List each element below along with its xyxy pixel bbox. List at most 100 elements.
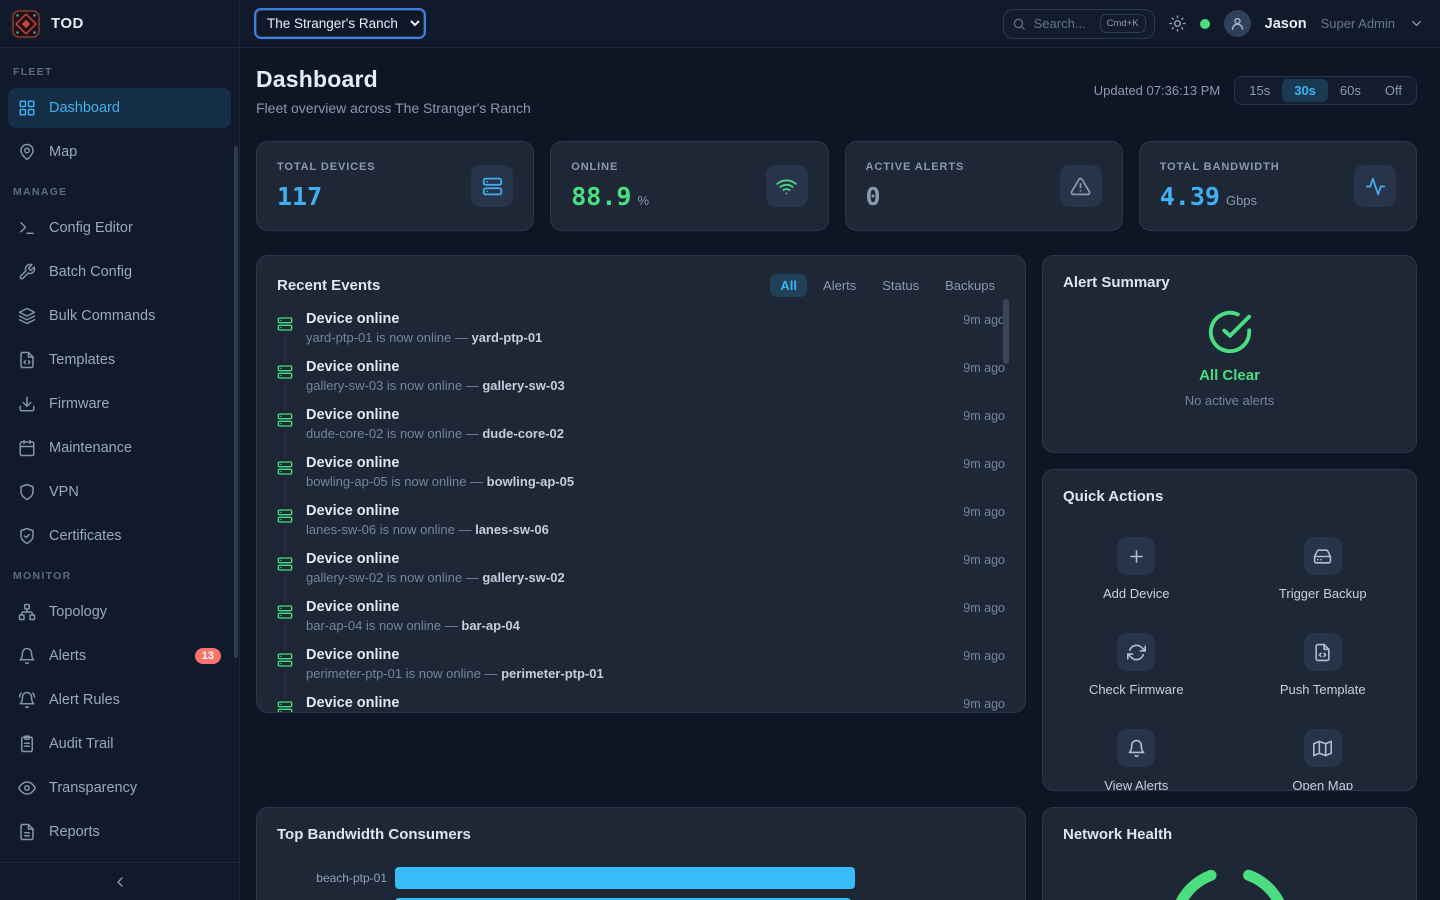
event-list: Device online yard-ptp-01 is now online … [257, 307, 1025, 713]
server-icon [277, 604, 293, 620]
sidebar-item-audit-trail[interactable]: Audit Trail [8, 724, 231, 764]
sidebar-item-label: Audit Trail [49, 736, 113, 752]
sidebar-item-label: Dashboard [49, 100, 120, 116]
filter-tab-alerts[interactable]: Alerts [813, 274, 866, 297]
event-row[interactable]: Device online yard-ptp-01 is now online … [277, 311, 1005, 359]
interval-off-button[interactable]: Off [1373, 79, 1414, 102]
alerts-count-badge: 13 [195, 648, 221, 664]
page-title: Dashboard [256, 66, 531, 93]
stat-value: 88.9 [571, 182, 631, 211]
event-row[interactable]: Device online 9m ago [277, 695, 1005, 713]
sidebar-item-alerts[interactable]: Alerts 13 [8, 636, 231, 676]
user-menu-button[interactable] [1409, 16, 1424, 31]
sidebar-item-dashboard[interactable]: Dashboard [8, 88, 231, 128]
event-device: bowling-ap-05 [487, 474, 574, 489]
terminal-icon [18, 219, 36, 237]
event-row[interactable]: Device online perimeter-ptp-01 is now on… [277, 647, 1005, 695]
sidebar-scrollbar-thumb[interactable] [234, 146, 238, 658]
sidebar-nav: FLEET Dashboard Map MANAGE Config Editor… [0, 48, 239, 852]
stat-card-total-devices: TOTAL DEVICES 117 [256, 141, 534, 231]
stat-value: 4.39 [1160, 182, 1220, 211]
global-search[interactable]: Cmd+K [1003, 9, 1155, 39]
theme-toggle-button[interactable] [1169, 15, 1186, 32]
event-row[interactable]: Device online lanes-sw-06 is now online … [277, 503, 1005, 551]
add-device-button[interactable]: Add Device [1043, 537, 1230, 601]
stat-label: TOTAL BANDWIDTH [1160, 161, 1280, 173]
event-detail: lanes-sw-06 is now online [306, 522, 455, 537]
sidebar-item-alert-rules[interactable]: Alert Rules [8, 680, 231, 720]
event-detail: perimeter-ptp-01 is now online [306, 666, 481, 681]
refresh-icon [1127, 643, 1146, 662]
event-row[interactable]: Device online bar-ap-04 is now online — … [277, 599, 1005, 647]
network-health-gauge [1043, 865, 1416, 900]
server-icon [277, 364, 293, 380]
sidebar-item-certificates[interactable]: Certificates [8, 516, 231, 556]
check-circle-icon [1207, 309, 1253, 355]
event-device: yard-ptp-01 [471, 330, 542, 345]
event-time: 9m ago [963, 409, 1005, 423]
event-detail: gallery-sw-02 is now online [306, 570, 462, 585]
alert-summary-panel: Alert Summary All Clear No active alerts [1042, 255, 1417, 453]
event-row[interactable]: Device online dude-core-02 is now online… [277, 407, 1005, 455]
server-icon [277, 556, 293, 572]
avatar[interactable] [1224, 10, 1251, 37]
sidebar-item-maintenance[interactable]: Maintenance [8, 428, 231, 468]
sidebar-item-reports[interactable]: Reports [8, 812, 231, 852]
refresh-interval-group: 15s 30s 60s Off [1234, 76, 1417, 105]
recent-events-title: Recent Events [277, 277, 380, 294]
event-device: lanes-sw-06 [475, 522, 549, 537]
interval-60s-button[interactable]: 60s [1328, 79, 1373, 102]
sidebar-collapse-button[interactable] [0, 862, 239, 900]
interval-15s-button[interactable]: 15s [1237, 79, 1282, 102]
event-time: 9m ago [963, 505, 1005, 519]
sidebar-item-templates[interactable]: Templates [8, 340, 231, 380]
wifi-icon [776, 176, 797, 197]
site-selector[interactable]: The Stranger's Ranch [256, 10, 424, 37]
bandwidth-bar-row: beach-ptp-01 [277, 867, 1005, 889]
sidebar-item-config-editor[interactable]: Config Editor [8, 208, 231, 248]
event-filter-tabs: All Alerts Status Backups [770, 274, 1005, 297]
event-time: 9m ago [963, 553, 1005, 567]
page-subtitle: Fleet overview across The Stranger's Ran… [256, 100, 531, 116]
sidebar-item-label: Topology [49, 604, 107, 620]
sidebar-item-label: Reports [49, 824, 100, 840]
event-device: dude-core-02 [482, 426, 564, 441]
quick-actions-panel: Quick Actions Add Device Trigger Backup [1042, 469, 1417, 791]
network-health-panel: Network Health [1042, 807, 1417, 900]
shield-icon [18, 483, 36, 501]
event-row[interactable]: Device online bowling-ap-05 is now onlin… [277, 455, 1005, 503]
sidebar-item-map[interactable]: Map [8, 132, 231, 172]
push-template-button[interactable]: Push Template [1230, 633, 1417, 697]
view-alerts-button[interactable]: View Alerts [1043, 729, 1230, 791]
activity-icon [1365, 176, 1386, 197]
event-detail: gallery-sw-03 is now online [306, 378, 462, 393]
search-input[interactable] [1034, 16, 1092, 31]
recent-events-panel: Recent Events All Alerts Status Backups [256, 255, 1026, 713]
sidebar-item-bulk-commands[interactable]: Bulk Commands [8, 296, 231, 336]
event-row[interactable]: Device online gallery-sw-03 is now onlin… [277, 359, 1005, 407]
sidebar-item-firmware[interactable]: Firmware [8, 384, 231, 424]
chevron-down-icon [1409, 16, 1424, 31]
open-map-button[interactable]: Open Map [1230, 729, 1417, 791]
quick-action-label: Check Firmware [1089, 682, 1184, 697]
interval-30s-button[interactable]: 30s [1282, 79, 1328, 102]
sidebar-item-transparency[interactable]: Transparency [8, 768, 231, 808]
sidebar-item-label: Config Editor [49, 220, 133, 236]
trigger-backup-button[interactable]: Trigger Backup [1230, 537, 1417, 601]
sidebar-item-batch-config[interactable]: Batch Config [8, 252, 231, 292]
sidebar-item-topology[interactable]: Topology [8, 592, 231, 632]
quick-action-label: Open Map [1292, 778, 1353, 791]
filter-tab-status[interactable]: Status [872, 274, 929, 297]
events-scrollbar-thumb[interactable] [1003, 299, 1009, 364]
section-label-fleet: FLEET [0, 66, 239, 78]
event-title: Device online [306, 551, 950, 567]
sidebar-item-vpn[interactable]: VPN [8, 472, 231, 512]
server-icon [277, 412, 293, 428]
filter-tab-backups[interactable]: Backups [935, 274, 1005, 297]
quick-action-label: Add Device [1103, 586, 1169, 601]
filter-tab-all[interactable]: All [770, 274, 807, 297]
check-firmware-button[interactable]: Check Firmware [1043, 633, 1230, 697]
event-row[interactable]: Device online gallery-sw-02 is now onlin… [277, 551, 1005, 599]
stat-label: TOTAL DEVICES [277, 161, 376, 173]
user-icon [1230, 16, 1245, 31]
